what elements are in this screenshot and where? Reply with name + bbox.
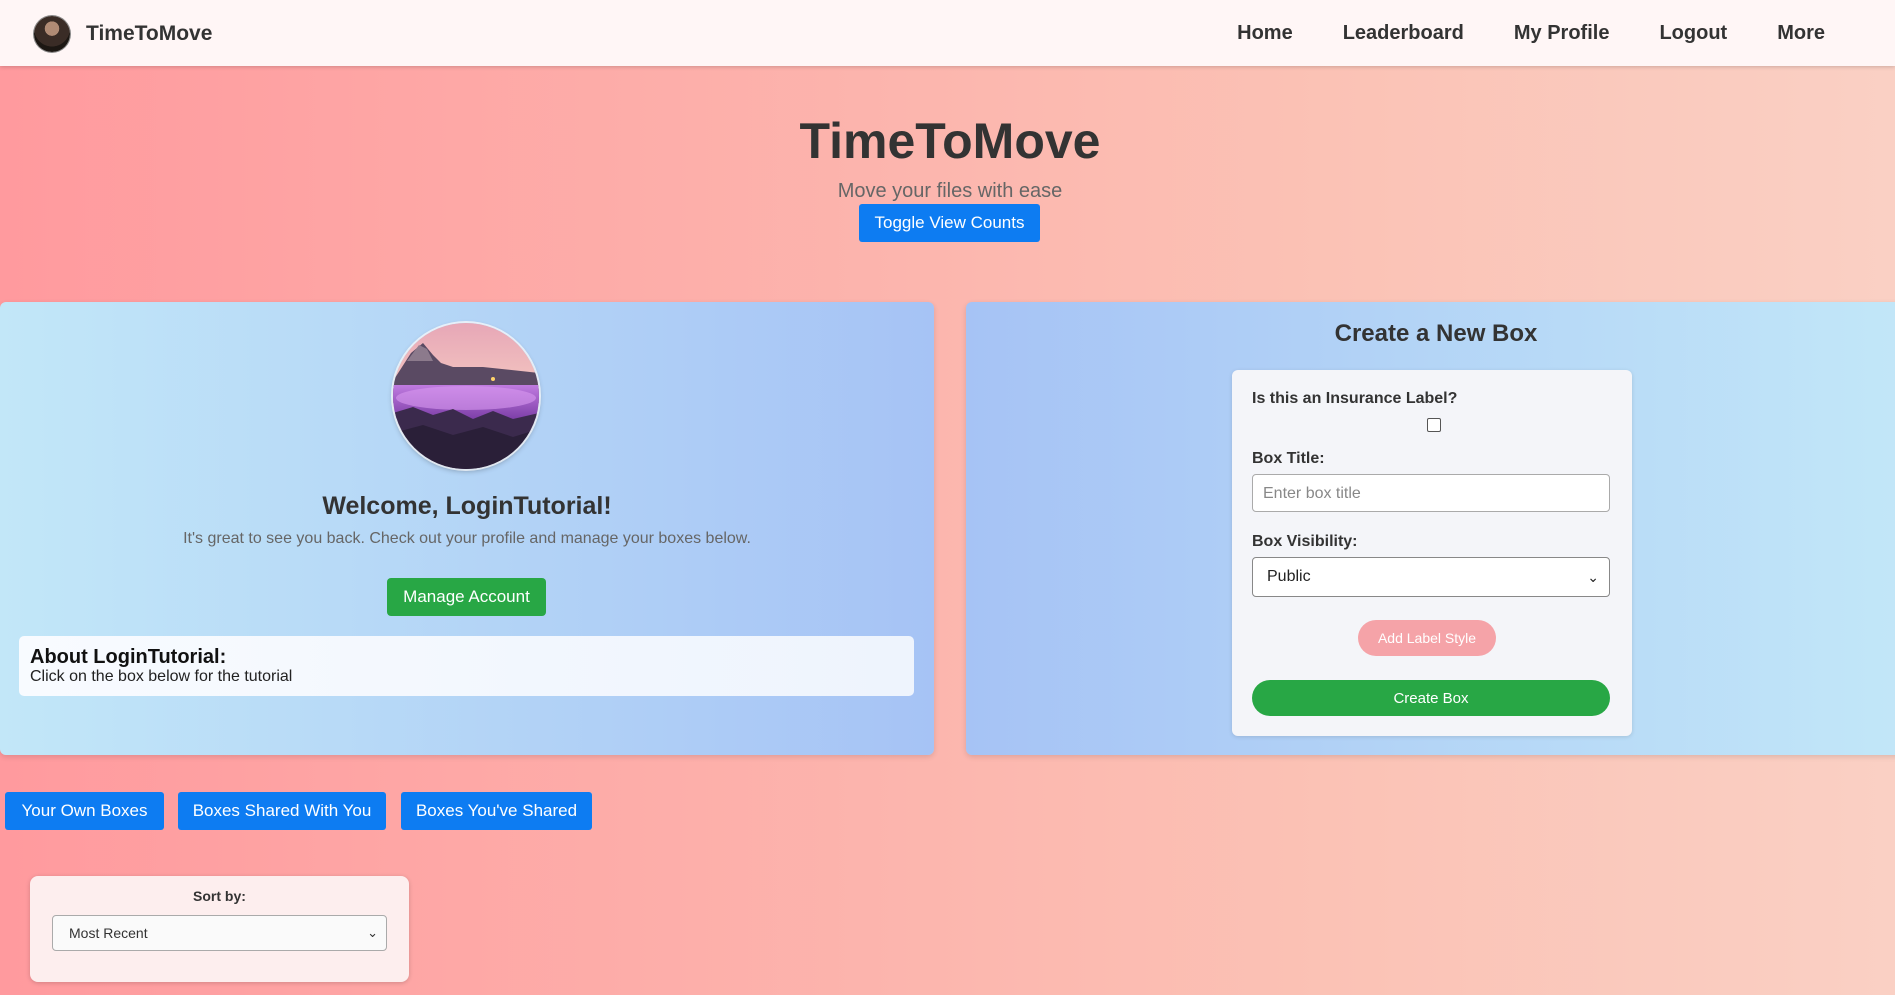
welcome-subtitle: It's great to see you back. Check out yo… [183,530,751,547]
nav-my-profile[interactable]: My Profile [1514,22,1610,45]
about-text: Click on the box below for the tutorial [30,668,293,685]
chevron-down-icon: ⌄ [1587,569,1599,585]
nav-logout[interactable]: Logout [1659,22,1727,45]
profile-card: Welcome, LoginTutorial! It's great to se… [0,302,934,755]
welcome-heading: Welcome, LoginTutorial! [322,492,612,520]
insurance-label-text: Is this an Insurance Label? [1252,390,1458,407]
tab-boxes-youve-shared[interactable]: Boxes You've Shared [401,792,592,830]
brand-name[interactable]: TimeToMove [86,22,212,46]
hero-title: TimeToMove [799,113,1101,169]
box-title-input[interactable]: Enter box title [1252,474,1610,512]
about-box: About LoginTutorial: Click on the box be… [19,636,914,696]
create-box-form: Is this an Insurance Label? Box Title: E… [1232,370,1632,736]
top-navbar: TimeToMove Home Leaderboard My Profile L… [0,0,1895,66]
nav-leaderboard[interactable]: Leaderboard [1343,22,1464,45]
add-label-style-button[interactable]: Add Label Style [1358,620,1496,656]
box-visibility-value: Public [1267,568,1311,585]
box-title-label: Box Title: [1252,450,1325,467]
sort-label: Sort by: [193,888,246,904]
profile-picture [393,323,539,469]
sort-select[interactable]: Most Recent ⌄ [52,915,387,951]
brand[interactable]: TimeToMove [34,16,212,52]
sort-panel: Sort by: Most Recent ⌄ [30,876,409,982]
user-avatar[interactable] [34,16,70,52]
chevron-down-icon: ⌄ [367,925,378,940]
create-box-button[interactable]: Create Box [1252,680,1610,716]
toggle-view-counts-button[interactable]: Toggle View Counts [859,204,1040,242]
tab-boxes-shared-with-you[interactable]: Boxes Shared With You [178,792,386,830]
nav-more[interactable]: More [1777,22,1825,45]
manage-account-button[interactable]: Manage Account [387,578,546,616]
about-title: About LoginTutorial: [30,646,227,668]
sort-value: Most Recent [69,925,148,941]
nav-home[interactable]: Home [1237,22,1293,45]
create-box-card: Create a New Box Is this an Insurance La… [966,302,1895,755]
box-visibility-select[interactable]: Public ⌄ [1252,557,1610,597]
page-background: TimeToMove Home Leaderboard My Profile L… [0,0,1895,995]
insurance-checkbox[interactable] [1427,418,1441,432]
create-box-title: Create a New Box [1334,320,1538,347]
nav-links: Home Leaderboard My Profile Logout More [1187,0,1825,66]
box-visibility-label: Box Visibility: [1252,533,1358,550]
landscape-image [393,323,539,469]
tab-your-own-boxes[interactable]: Your Own Boxes [5,792,164,830]
hero-subtitle: Move your files with ease [837,180,1063,202]
